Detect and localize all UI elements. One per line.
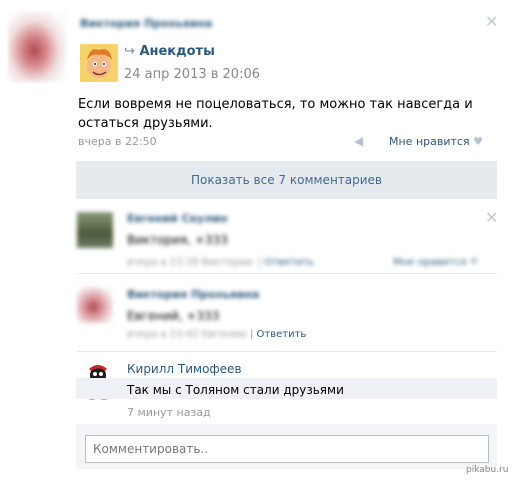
post-text-line: Если вовремя не поцеловаться, то можно т… (78, 97, 473, 112)
group-post-date[interactable]: 24 апр 2013 в 20:06 (124, 67, 260, 82)
group-name[interactable]: Анекдоты (139, 44, 214, 59)
comment-like-button[interactable]: Мне нравится ♥ (393, 257, 478, 268)
heart-icon: ♥ (473, 135, 483, 148)
post-text: Если вовремя не поцеловаться, то можно т… (78, 95, 473, 133)
watermark: pikabu.ru (466, 465, 509, 475)
close-icon[interactable]: ✕ (485, 210, 498, 226)
comment-author[interactable]: Кирилл Тимофеев (127, 362, 242, 376)
comment-text: Евгений, +333 (127, 309, 220, 323)
post-time[interactable]: вчера в 22:50 (78, 135, 157, 148)
comment-meta: вчера в 23:39 Виктории | Ответить (127, 257, 314, 268)
divider (77, 273, 497, 274)
group-avatar[interactable] (80, 44, 118, 82)
comment-text: Так мы с Толяном стали друзьями (127, 383, 344, 397)
like-label: Мне нравится (393, 257, 467, 268)
repost-arrow-icon: ↪ (124, 44, 135, 59)
post-author-name[interactable]: Виктория Прохьяина (80, 17, 212, 30)
reply-link[interactable]: Ответить (264, 257, 314, 268)
group-title[interactable]: ↪ Анекдоты (124, 44, 215, 59)
comment-author[interactable]: Евгений Сеулин (127, 212, 228, 225)
heart-icon: ♥ (469, 257, 479, 268)
reply-link[interactable]: Ответить (257, 329, 307, 340)
author-avatar[interactable] (8, 12, 66, 82)
comment-author[interactable]: Виктория Прохьяина (127, 288, 259, 301)
comment-time[interactable]: 7 минут назад (127, 406, 211, 419)
comment-avatar[interactable] (77, 212, 113, 248)
like-button[interactable]: Мне нравится ♥ (389, 135, 483, 148)
comment-time[interactable]: вчера в 23:39 Виктории (127, 257, 252, 268)
megaphone-icon[interactable]: ◀ (354, 134, 363, 148)
comment-text: Виктория, +333 (127, 233, 228, 247)
comment-time[interactable]: вчера в 23:42 Евгению (127, 329, 247, 340)
comment-avatar[interactable] (77, 287, 113, 323)
post-text-line: остаться друзьями. (78, 116, 213, 131)
close-icon[interactable]: ✕ (485, 14, 498, 30)
show-all-comments-button[interactable]: Показать все 7 комментариев (76, 161, 497, 199)
comment-meta: вчера в 23:42 Евгению | Ответить (127, 329, 307, 340)
group-avatar-image (80, 44, 118, 82)
like-label: Мне нравится (389, 135, 470, 148)
divider (77, 351, 497, 352)
comment-input[interactable]: Комментировать.. (85, 435, 489, 463)
